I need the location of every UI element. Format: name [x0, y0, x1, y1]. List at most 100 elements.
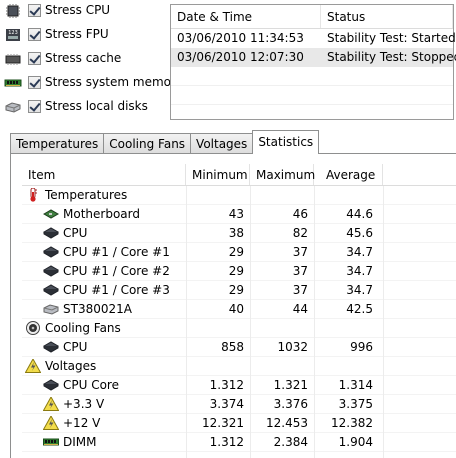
tab-temperatures[interactable]: Temperatures	[10, 133, 105, 154]
stress-memory-option[interactable]: Stress system memory	[0, 72, 183, 94]
memory-icon	[4, 79, 22, 87]
minimum-value: 43	[228, 207, 244, 221]
log-header-date[interactable]: Date & Time	[171, 5, 321, 28]
fan-icon	[25, 321, 41, 335]
log-header-status[interactable]: Status	[321, 5, 453, 28]
maximum-value: 37	[292, 283, 308, 297]
sensor-row[interactable]: DIMM 1.312 2.384 1.904	[22, 433, 456, 452]
voltage-icon	[42, 395, 60, 411]
stress-disks-checkbox[interactable]	[28, 100, 41, 113]
chip-icon	[42, 245, 60, 259]
stress-fpu-option[interactable]: 123 Stress FPU	[0, 24, 172, 46]
minimum-value: 1.312	[209, 435, 244, 449]
log-row[interactable]: 03/06/2010 12:07:30 Stability Test: Stop…	[171, 48, 456, 67]
category-row[interactable]: Cooling Fans	[22, 319, 456, 338]
memory-icon	[43, 435, 59, 449]
tab-voltages[interactable]: Voltages	[190, 133, 254, 154]
tab-cooling-fans[interactable]: Cooling Fans	[103, 133, 192, 154]
thermometer-icon	[25, 187, 41, 202]
maximum-value: 2.384	[273, 435, 308, 449]
grid-header-maximum[interactable]: Maximum	[250, 164, 315, 185]
sensor-row[interactable]: CPU 858 1032 996	[22, 338, 456, 357]
item-cell: CPU #1 / Core #1	[22, 245, 186, 259]
item-cell: +12 V	[22, 414, 186, 430]
average-value: 996	[350, 340, 373, 354]
minimum-value: 29	[228, 283, 244, 297]
log-date: 03/06/2010 12:07:30	[177, 50, 304, 64]
average-value: 34.7	[346, 264, 373, 278]
minimum-value: 38	[228, 226, 244, 240]
svg-text:123: 123	[8, 30, 18, 36]
log-status: Stability Test: Started	[327, 31, 456, 45]
maximum-value: 82	[292, 226, 308, 240]
sensor-row[interactable]: CPU #1 / Core #3 29 37 34.7	[22, 281, 456, 300]
item-label: CPU	[63, 226, 88, 240]
chip-icon	[42, 226, 60, 240]
item-cell: ST380021A	[22, 302, 186, 316]
sensor-row[interactable]: ST380021A 40 44 42.5	[22, 300, 456, 319]
minimum-value: 1.312	[209, 378, 244, 392]
log-row[interactable]: 03/06/2010 11:34:53 Stability Test: Star…	[171, 29, 456, 48]
stress-cache-label: Stress cache	[45, 51, 122, 65]
stress-memory-label: Stress system memory	[45, 75, 184, 89]
maximum-value: 46	[292, 207, 308, 221]
log-empty-row	[171, 86, 453, 105]
average-value: 34.7	[346, 245, 373, 259]
item-label: CPU	[63, 340, 88, 354]
stress-fpu-label: Stress FPU	[45, 27, 109, 41]
column-divider	[314, 186, 315, 458]
average-value: 12.382	[331, 416, 373, 430]
stress-fpu-checkbox[interactable]	[28, 28, 41, 41]
category-row[interactable]: Temperatures	[22, 186, 456, 205]
stress-memory-checkbox[interactable]	[28, 76, 41, 89]
average-value: 45.6	[346, 226, 373, 240]
item-label: CPU #1 / Core #3	[63, 283, 170, 297]
sensor-row[interactable]: +3.3 V 3.374 3.376 3.375	[22, 395, 456, 414]
average-value: 44.6	[346, 207, 373, 221]
stress-cache-checkbox[interactable]	[28, 52, 41, 65]
sensor-row[interactable]: Motherboard 43 46 44.6	[22, 205, 456, 224]
chip-icon	[42, 283, 60, 297]
maximum-value: 1032	[277, 340, 308, 354]
item-cell: DIMM	[22, 435, 186, 449]
minimum-value: 29	[228, 264, 244, 278]
column-divider	[383, 186, 384, 458]
average-value: 34.7	[346, 283, 373, 297]
tab-statistics[interactable]: Statistics	[252, 130, 320, 154]
stress-cache-option[interactable]: Stress cache	[0, 48, 172, 70]
stress-disks-option[interactable]: Stress local disks	[0, 96, 172, 118]
minimum-value: 12.321	[202, 416, 244, 430]
sensor-row[interactable]: CPU #1 / Core #1 29 37 34.7	[22, 243, 456, 262]
sensor-row[interactable]: CPU #1 / Core #2 29 37 34.7	[22, 262, 456, 281]
item-label: +3.3 V	[63, 397, 105, 411]
tab-strip: Temperatures Cooling Fans Voltages Stati…	[10, 130, 320, 154]
maximum-value: 1.321	[273, 378, 308, 392]
grid-header-minimum[interactable]: Minimum	[186, 164, 250, 185]
item-label: Temperatures	[45, 188, 128, 202]
item-label: Motherboard	[63, 207, 140, 221]
average-value: 1.904	[338, 435, 373, 449]
item-cell: Motherboard	[22, 207, 186, 221]
item-label: Cooling Fans	[45, 321, 121, 335]
grid-header: Item Minimum Maximum Average	[22, 164, 456, 186]
item-cell: CPU Core	[22, 378, 186, 392]
minimum-value: 858	[221, 340, 244, 354]
sensor-row[interactable]: CPU Core 1.312 1.321 1.314	[22, 376, 456, 395]
log-status: Stability Test: Stopped	[327, 50, 456, 64]
stability-log-table[interactable]: Date & Time Status 03/06/2010 11:34:53 S…	[170, 4, 456, 120]
maximum-value: 37	[292, 264, 308, 278]
grid-header-item[interactable]: Item	[22, 164, 186, 185]
sensor-row[interactable]: CPU 38 82 45.6	[22, 224, 456, 243]
stress-cpu-label: Stress CPU	[45, 3, 111, 17]
grid-header-average[interactable]: Average	[314, 164, 383, 185]
maximum-value: 44	[292, 302, 308, 316]
stress-cpu-checkbox[interactable]	[28, 4, 41, 17]
stress-cpu-option[interactable]: Stress CPU	[0, 0, 172, 22]
item-label: DIMM	[63, 435, 97, 449]
disk-icon	[5, 102, 21, 113]
item-label: CPU #1 / Core #1	[63, 245, 170, 259]
statistics-grid[interactable]: Item Minimum Maximum Average Temperature…	[22, 164, 456, 458]
sensor-row[interactable]: +12 V 12.321 12.453 12.382	[22, 414, 456, 433]
voltage-icon	[24, 357, 42, 373]
category-row[interactable]: Voltages	[22, 357, 456, 376]
